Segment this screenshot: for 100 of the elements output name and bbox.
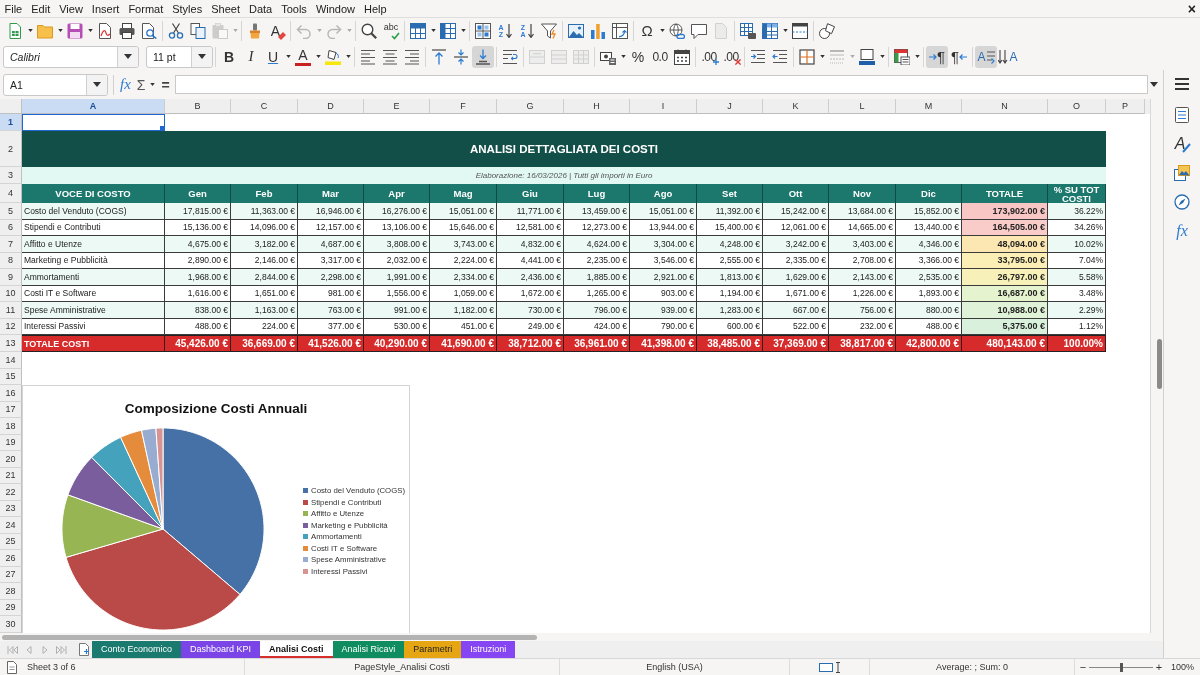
amount-cell: 4,675.00 € [165,236,231,253]
left-to-right-button[interactable]: ¶ [926,45,948,68]
row-header[interactable]: 30 [0,616,22,633]
monthly-total-cell: 42,800.00 € [896,335,962,352]
zoom-in-button[interactable]: + [1154,661,1164,673]
row-header[interactable]: 18 [0,418,22,435]
row-header[interactable]: 13 [0,335,22,352]
menu-item[interactable]: View [54,0,88,17]
row-header[interactable]: 9 [0,269,22,286]
bold-button[interactable]: B [218,45,240,68]
sheet-tab[interactable]: Conto Economico [92,641,182,658]
scrollbar-thumb[interactable] [2,634,537,640]
menu-item[interactable]: Edit [26,0,55,17]
text-top-to-bottom-button[interactable]: A [997,45,1019,68]
row-header[interactable]: 26 [0,550,22,567]
column-header[interactable]: D [298,99,364,114]
functions-button[interactable]: fx [1169,218,1195,244]
column-header[interactable]: I [630,99,697,114]
dropdown-button[interactable] [117,46,138,67]
row-header[interactable]: 28 [0,583,22,600]
name-box-field[interactable]: A1 [3,73,108,96]
page-style: PageStyle_Analisi Costi [354,662,450,672]
right-to-left-button[interactable]: ¶ [948,45,970,68]
column-header[interactable]: N [962,99,1048,114]
italic-button[interactable]: I [240,45,262,68]
menu-item[interactable]: Format [123,0,168,17]
row-header[interactable]: 16 [0,385,22,402]
row-header[interactable]: 1 [0,114,22,131]
amount-cell: 1,968.00 € [165,269,231,286]
amount-cell: 796.00 € [564,302,630,319]
row-header[interactable]: 14 [0,352,22,369]
sheet-tab[interactable]: Analisi Ricavi [332,641,405,658]
selected-cell[interactable] [22,114,165,131]
column-header[interactable]: J [697,99,763,114]
row-header[interactable]: 20 [0,451,22,468]
column-header[interactable]: O [1048,99,1106,114]
column-header[interactable]: G [497,99,564,114]
add-decimal-button[interactable]: .00 [698,45,720,68]
column-header[interactable]: M [896,99,962,114]
sheet-tab[interactable]: Parametri [404,641,462,658]
column-header[interactable]: E [364,99,430,114]
column-heading: % SU TOT COSTI [1048,184,1106,203]
column-header[interactable]: A [22,99,165,114]
dropdown-button[interactable] [191,46,212,67]
row-header[interactable]: 3 [0,167,22,184]
column-header[interactable]: H [564,99,630,114]
text-left-to-right-button[interactable]: A [975,45,997,68]
font-color-button[interactable]: A [292,45,314,68]
add-sheet-button[interactable] [77,641,91,658]
dropdown-button[interactable] [86,74,107,95]
row-header[interactable]: 22 [0,484,22,501]
row-header[interactable]: 11 [0,302,22,319]
special-character-button[interactable]: Ω [636,19,658,42]
fill-handle-icon[interactable] [160,126,164,130]
column-header[interactable]: F [430,99,497,114]
sheet-tab[interactable]: Analisi Costi [260,641,333,658]
sum-button[interactable]: Σ [133,73,149,96]
delete-decimal-button[interactable]: .00 [720,45,742,68]
menu-item[interactable]: Data [244,0,277,17]
row-header[interactable]: 2 [0,131,22,167]
formula-input-field[interactable] [174,75,1148,94]
menu-item[interactable]: File [0,0,27,17]
column-header[interactable]: K [763,99,829,114]
number-format-button[interactable]: 0.0 [649,45,671,68]
close-document-button[interactable]: × [1187,1,1196,16]
last-arrow-icon [55,644,67,655]
menu-item[interactable]: Help [359,0,392,17]
formula-button[interactable]: = [158,73,173,96]
selection-mode-icon[interactable] [818,662,833,672]
styles-button[interactable]: A [1169,131,1195,157]
menu-item[interactable]: Insert [87,0,124,17]
amount-cell: 2,334.00 € [430,269,497,286]
function-wizard-button[interactable]: fx [117,73,134,96]
column-header[interactable]: P [1106,99,1145,114]
column-header[interactable]: L [829,99,896,114]
menu-item[interactable]: Sheet [206,0,245,17]
align-bottom-button[interactable] [472,45,494,68]
clear-formatting-button[interactable]: A [266,19,288,42]
scrollbar-thumb[interactable] [1157,339,1162,389]
column-header[interactable]: C [231,99,298,114]
sheet-tab[interactable]: Dashboard KPI [181,641,261,658]
row-header[interactable]: 4 [0,184,22,203]
column-heading: Giu [497,184,564,203]
percent-format-button[interactable]: % [627,45,649,68]
menu-item[interactable]: Tools [276,0,312,17]
row-header[interactable]: 7 [0,236,22,253]
column-header[interactable]: B [165,99,231,114]
menu-item[interactable]: Window [311,0,360,17]
underline-button[interactable]: U [262,45,284,68]
menu-icon [1174,76,1190,92]
zoom-slider-thumb[interactable] [1119,662,1123,672]
spelling-button[interactable]: abc [380,19,402,42]
zoom-out-button[interactable]: − [1078,661,1088,673]
sheet-tab[interactable]: Istruzioni [461,641,516,658]
font-size-field[interactable]: 11 pt [146,45,213,68]
caret-icon [782,29,788,32]
menu-item[interactable]: Styles [167,0,207,17]
row-header[interactable]: 24 [0,517,22,534]
font-name-field[interactable]: Calibri [3,45,139,68]
row-header[interactable]: 5 [0,203,22,220]
